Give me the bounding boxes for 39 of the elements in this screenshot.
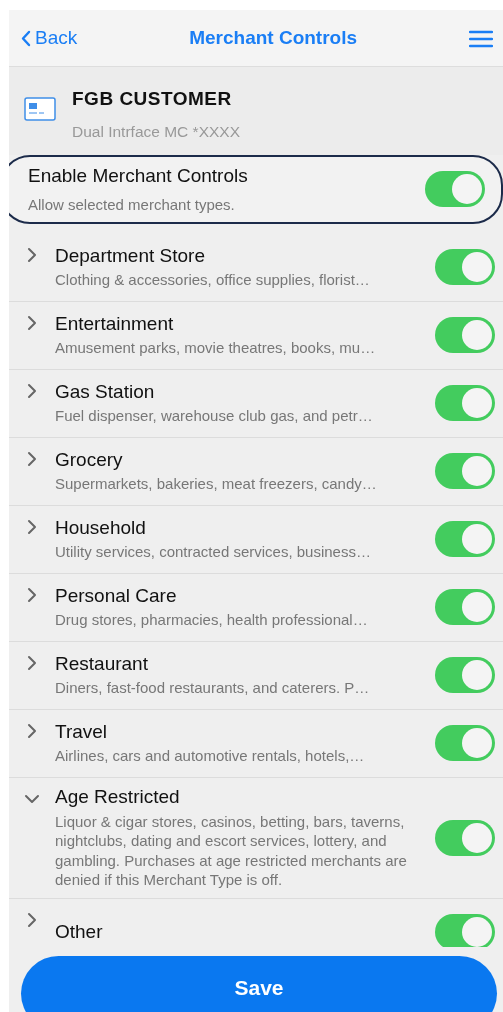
- back-chevron-icon: [21, 29, 31, 47]
- category-description: Supermarkets, bakeries, meat freezers, candy…: [55, 474, 378, 494]
- category-title: Entertainment: [55, 312, 175, 336]
- category-title: Department Store: [55, 244, 206, 268]
- toggle-switch[interactable]: [435, 819, 495, 856]
- card-name: FGB CUSTOMER: [72, 87, 233, 111]
- toggle-switch[interactable]: [435, 385, 495, 422]
- category-title: Travel: [55, 720, 109, 744]
- category-description: Drug stores, pharmacies, health professional…: [55, 610, 369, 630]
- category-title: Grocery: [55, 448, 124, 472]
- toggle-switch[interactable]: [435, 725, 495, 762]
- card-number: Dual Intrface MC *XXXX: [72, 121, 240, 142]
- category-title: Household: [55, 516, 147, 540]
- toggle-switch[interactable]: [435, 317, 495, 354]
- category-title: Other: [55, 920, 104, 944]
- toggle-switch[interactable]: [435, 249, 495, 286]
- toggle-switch[interactable]: [435, 521, 495, 558]
- category-description: Amusement parks, movie theatres, books, mu…: [55, 338, 377, 358]
- category-description: Airlines, cars and automotive rentals, hotels,…: [55, 746, 366, 766]
- setting-description: Allow selected merchant types.: [28, 194, 236, 215]
- card-icon: [24, 97, 56, 121]
- category-description: Utility services, contracted services, business…: [55, 542, 372, 562]
- category-description: Clothing & accessories, office supplies, florist…: [55, 270, 371, 290]
- category-title: Restaurant: [55, 652, 149, 676]
- toggle-switch[interactable]: [435, 914, 495, 947]
- category-title: Gas Station: [55, 380, 156, 404]
- category-description: Fuel dispenser, warehouse club gas, and petr…: [55, 406, 374, 426]
- toggle-switch[interactable]: [425, 171, 485, 208]
- screen-title: Merchant Controls: [188, 25, 359, 50]
- save-button[interactable]: Save: [21, 955, 497, 1012]
- category-title: Personal Care: [55, 584, 178, 608]
- setting-title: Enable Merchant Controls: [28, 164, 249, 189]
- category-title: Age Restricted: [55, 785, 181, 809]
- toggle-switch[interactable]: [435, 453, 495, 490]
- toggle-switch[interactable]: [435, 589, 495, 626]
- category-description: Diners, fast-food restaurants, and caterers. P…: [55, 678, 371, 698]
- toggle-switch[interactable]: [435, 657, 495, 694]
- category-description: Liquor & cigar stores, casinos, betting, bars, taverns, nightclubs, dating and escort services, lottery, and gambling. Purchases at age restricted merchants are denied if this Merchant Type is off.: [55, 811, 408, 890]
- back-link[interactable]: Back: [21, 23, 78, 53]
